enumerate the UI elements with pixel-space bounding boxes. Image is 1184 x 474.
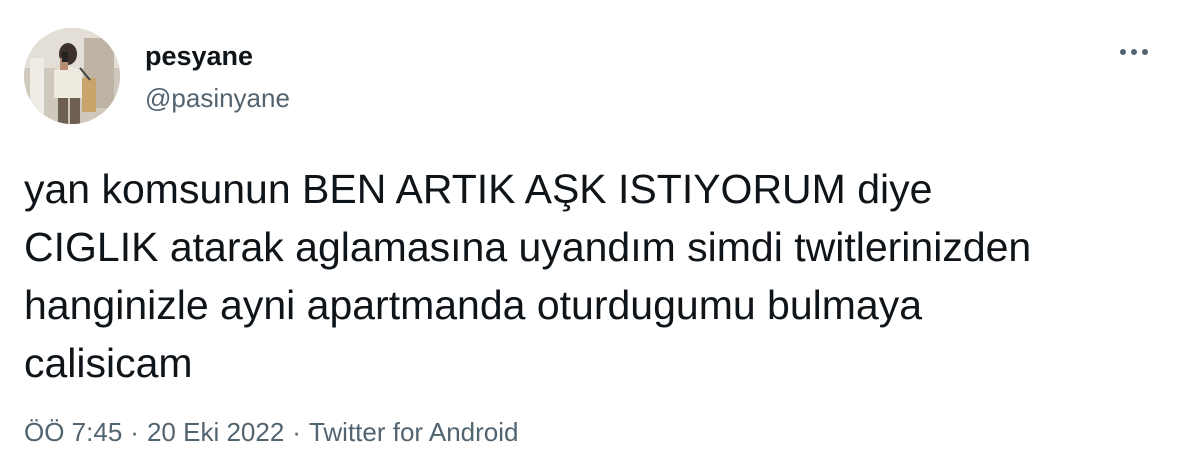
- meta-separator: ·: [292, 417, 301, 447]
- tweet-date[interactable]: 20 Eki 2022: [147, 417, 284, 447]
- author-handle[interactable]: @pasinyane: [145, 82, 290, 114]
- tweet-text-line: CIGLIK atarak aglamasına uyandım simdi t…: [24, 224, 1032, 270]
- tweet-card: pesyane @pasinyane yan komsunun BEN ARTI…: [0, 0, 1184, 474]
- author-display-name[interactable]: pesyane: [145, 40, 290, 72]
- tweet-text-line: calisicam: [24, 340, 193, 386]
- tweet-time[interactable]: ÖÖ 7:45: [24, 417, 122, 447]
- author-names: pesyane @pasinyane: [145, 40, 290, 114]
- profile-photo-icon: [24, 28, 120, 124]
- more-horizontal-icon: [1120, 49, 1148, 55]
- avatar[interactable]: [24, 28, 120, 124]
- tweet-text: yan komsunun BEN ARTIK AŞK ISTIYORUM diy…: [24, 160, 1154, 392]
- tweet-text-line: yan komsunun BEN ARTIK AŞK ISTIYORUM diy…: [24, 166, 933, 212]
- tweet-meta: ÖÖ 7:45 · 20 Eki 2022 · Twitter for Android: [24, 414, 519, 450]
- tweet-text-line: hanginizle ayni apartmanda oturdugumu bu…: [24, 282, 923, 328]
- meta-separator: ·: [130, 417, 139, 447]
- more-options-button[interactable]: [1114, 40, 1154, 64]
- tweet-source[interactable]: Twitter for Android: [309, 417, 519, 447]
